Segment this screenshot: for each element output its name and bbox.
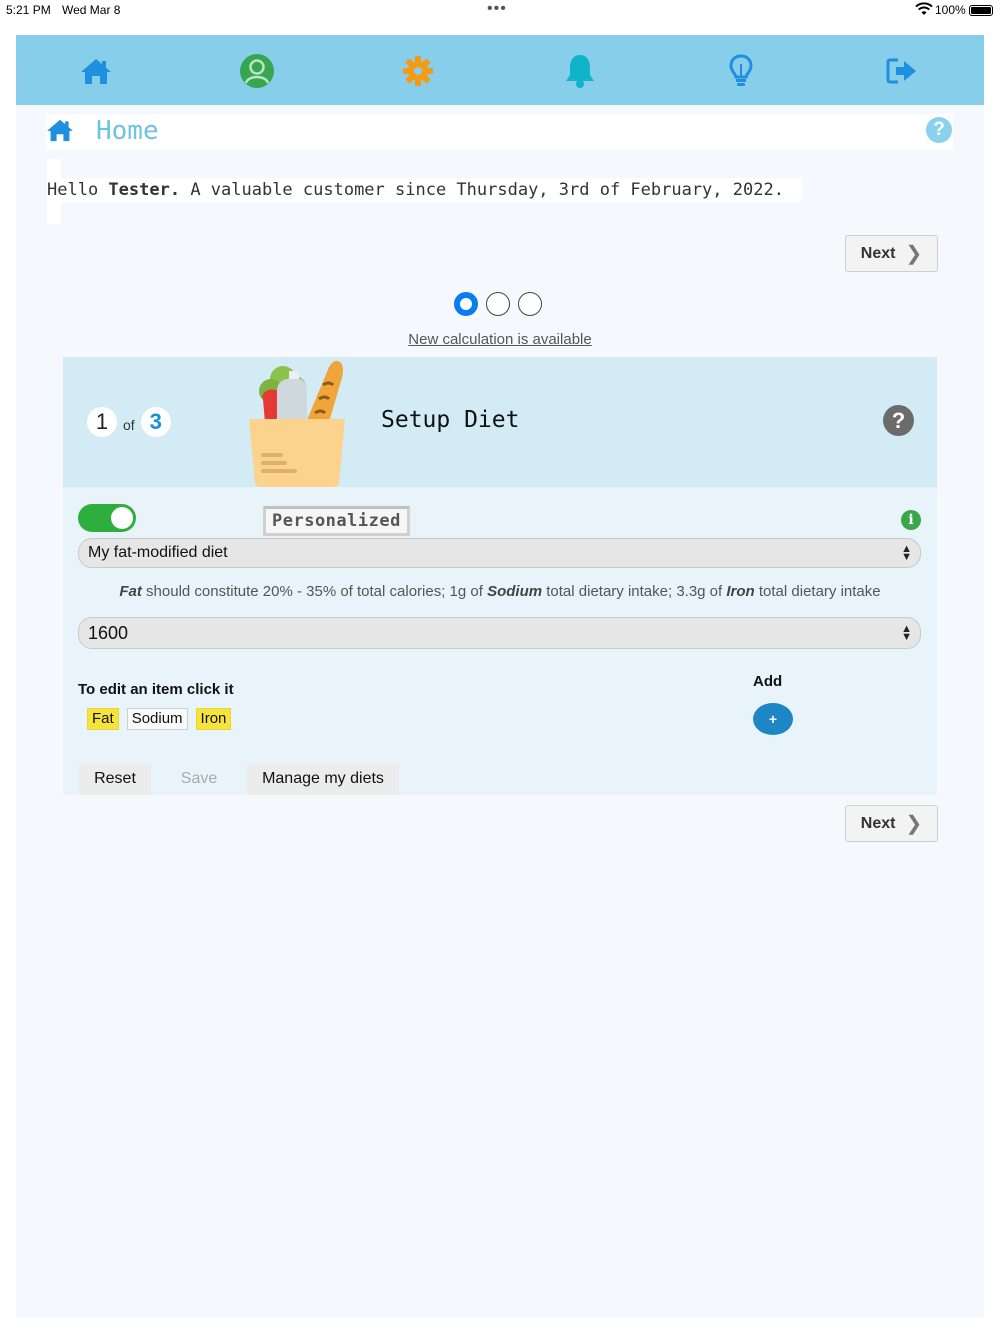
battery-icon <box>969 5 993 16</box>
battery-percent: 100% <box>935 3 966 17</box>
nav-logout-icon[interactable] <box>884 53 920 89</box>
step-help-icon[interactable]: ? <box>883 405 914 436</box>
next-button-top[interactable]: Next ❯ <box>845 235 938 272</box>
status-time: 5:21 PM <box>6 3 51 17</box>
step-total: 3 <box>140 407 171 437</box>
new-calculation-link[interactable]: New calculation is available <box>16 331 984 348</box>
step-title: Setup Diet <box>381 407 520 433</box>
select-arrows-icon: ▲ ▼ <box>901 543 912 563</box>
next-label: Next <box>860 814 896 832</box>
page-dot-3[interactable] <box>518 292 542 316</box>
user-name: Tester. <box>108 180 181 200</box>
calories-value: 1600 <box>88 622 129 643</box>
personalized-toggle[interactable] <box>78 504 136 532</box>
calories-select[interactable]: 1600 ▲ ▼ <box>78 617 921 649</box>
nav-user-icon[interactable] <box>239 53 275 89</box>
edit-instruction: To edit an item click it <box>78 681 234 698</box>
page-dot-2[interactable] <box>486 292 510 316</box>
tag-iron[interactable]: Iron <box>195 708 232 730</box>
diet-guidance: Fat should constitute 20% - 35% of total… <box>119 583 881 600</box>
guidance-sodium: Sodium <box>487 583 543 600</box>
status-date: Wed Mar 8 <box>62 3 121 17</box>
step-indicator: 1 of 3 <box>87 405 171 439</box>
nav-gear-icon[interactable] <box>400 53 436 89</box>
help-icon[interactable]: ? <box>926 117 952 143</box>
manage-diets-button[interactable]: Manage my diets <box>247 763 399 795</box>
diet-select[interactable]: My fat-modified diet ▲ ▼ <box>78 538 921 568</box>
guidance-fat: Fat <box>119 583 142 600</box>
next-label: Next <box>860 244 896 262</box>
app-container: Home ? Hello Tester. A valuable customer… <box>16 35 984 1318</box>
tag-sodium[interactable]: Sodium <box>126 708 188 730</box>
multitasking-dots[interactable]: ••• <box>487 0 507 18</box>
greeting-prefix: Hello <box>47 180 109 200</box>
nav-bell-icon[interactable] <box>562 53 598 89</box>
info-icon[interactable]: i <box>901 510 921 530</box>
chevron-right-icon: ❯ <box>905 243 923 265</box>
top-navigation <box>16 35 984 105</box>
next-button-bottom[interactable]: Next ❯ <box>845 805 938 842</box>
page-header: Home <box>46 114 953 150</box>
reset-button[interactable]: Reset <box>79 763 151 795</box>
page-indicator <box>454 292 542 318</box>
select-arrows-icon: ▲ ▼ <box>901 623 912 643</box>
nav-home-icon[interactable] <box>78 53 114 89</box>
step-of: of <box>123 417 135 433</box>
status-bar: 5:21 PM Wed Mar 8 ••• 100% <box>0 0 1000 24</box>
greeting-suffix: A valuable customer since Thursday, 3rd … <box>180 180 784 200</box>
personalized-label: Personalized <box>263 506 410 536</box>
page-dot-1[interactable] <box>454 292 478 316</box>
greeting-text: Hello Tester. A valuable customer since … <box>47 178 802 202</box>
chevron-right-icon: ❯ <box>905 813 923 835</box>
grocery-bag-icon <box>249 360 345 487</box>
guidance-iron: Iron <box>726 583 755 600</box>
add-label: Add <box>753 673 783 690</box>
save-button[interactable]: Save <box>163 763 235 795</box>
diet-select-value: My fat-modified diet <box>88 544 228 561</box>
step-current: 1 <box>87 407 117 437</box>
page-title: Home <box>96 116 159 146</box>
add-item-button[interactable]: + <box>753 703 793 735</box>
nav-lightbulb-icon[interactable] <box>723 53 759 89</box>
diet-setup-card: 1 of 3 Setup Diet ? Personalized i My fa… <box>63 357 937 795</box>
wifi-icon <box>915 2 933 15</box>
nutrient-tags: Fat Sodium Iron <box>87 708 232 730</box>
card-header: 1 of 3 Setup Diet ? <box>63 357 937 487</box>
home-icon <box>47 119 73 142</box>
tag-fat[interactable]: Fat <box>87 708 119 730</box>
